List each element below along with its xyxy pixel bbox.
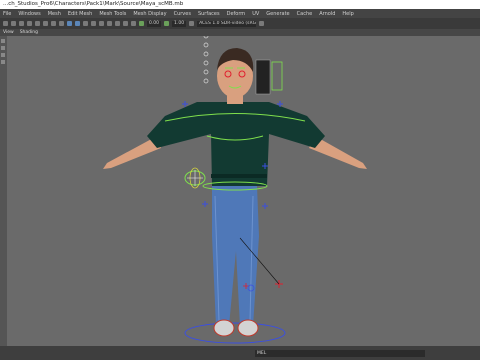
xray-joints-icon[interactable] <box>131 21 136 26</box>
panel-menu: View Shading <box>0 29 480 36</box>
resolution-gate-icon[interactable] <box>51 21 56 26</box>
menu-arnold[interactable]: Arnold <box>319 11 335 17</box>
sweater <box>147 102 325 186</box>
menu-file[interactable]: File <box>3 11 11 17</box>
menu-mesh[interactable]: Mesh <box>48 11 61 17</box>
wireframe-icon[interactable] <box>67 21 72 26</box>
menu-surfaces[interactable]: Surfaces <box>198 11 220 17</box>
left-shoe <box>213 319 235 337</box>
camera-attributes-icon[interactable] <box>11 21 16 26</box>
smooth-shade-icon[interactable] <box>75 21 80 26</box>
viewport-scene <box>103 36 367 344</box>
exposure-icon[interactable] <box>139 21 144 26</box>
menu-windows[interactable]: Windows <box>18 11 40 17</box>
move-tool-icon[interactable] <box>1 46 5 50</box>
panel-layout-icon[interactable] <box>259 21 265 26</box>
scale-tool-icon[interactable] <box>1 60 5 64</box>
bookmark-icon[interactable] <box>19 21 24 26</box>
gamma-icon[interactable] <box>164 21 170 26</box>
panel-menu-view[interactable]: View <box>3 29 14 36</box>
facial-slider-column[interactable] <box>203 36 209 84</box>
image-plane-icon[interactable] <box>27 21 32 26</box>
menu-edit-mesh[interactable]: Edit Mesh <box>68 11 92 17</box>
gate-mask-icon[interactable] <box>59 21 64 26</box>
exposure-field[interactable]: 0.00 <box>147 20 162 27</box>
lighting-icon[interactable] <box>91 21 96 26</box>
menu-help[interactable]: Help <box>342 11 353 17</box>
color-management-icon[interactable] <box>189 21 195 26</box>
face-gui-green-panel[interactable] <box>271 61 283 91</box>
xray-icon[interactable] <box>123 21 128 26</box>
3d-viewport[interactable] <box>7 36 480 346</box>
menu-uv[interactable]: UV <box>252 11 259 17</box>
film-gate-icon[interactable] <box>43 21 48 26</box>
shadows-icon[interactable] <box>99 21 104 26</box>
select-tool-icon[interactable] <box>1 39 5 43</box>
view-transform-select[interactable]: ACES 1.0 SDR-video (sRGB) <box>197 20 257 27</box>
window-titlebar: ...ch_Studios_Pro6\Characters\Pack1\Mark… <box>0 0 480 9</box>
main-menubar: File Windows Mesh Edit Mesh Mesh Tools M… <box>0 9 480 18</box>
ambient-occlusion-icon[interactable] <box>107 21 112 26</box>
menu-cache[interactable]: Cache <box>297 11 313 17</box>
face-gui-panel[interactable] <box>255 59 271 95</box>
window-title: ...ch_Studios_Pro6\Characters\Pack1\Mark… <box>3 1 184 7</box>
menu-curves[interactable]: Curves <box>174 11 191 17</box>
menu-generate[interactable]: Generate <box>266 11 289 17</box>
isolate-select-icon[interactable] <box>115 21 120 26</box>
gamma-field[interactable]: 1.00 <box>172 20 187 27</box>
menu-mesh-tools[interactable]: Mesh Tools <box>99 11 126 17</box>
menu-deform[interactable]: Deform <box>227 11 246 17</box>
menu-mesh-display[interactable]: Mesh Display <box>133 11 166 17</box>
rotate-tool-icon[interactable] <box>1 53 5 57</box>
viewport-toolbar: 0.00 1.00 ACES 1.0 SDR-video (sRGB) <box>0 18 480 29</box>
root-control-ring[interactable] <box>184 322 286 344</box>
panel-menu-shading[interactable]: Shading <box>20 29 38 36</box>
status-bar: MEL <box>0 346 480 360</box>
right-shoe <box>237 319 259 337</box>
grid-icon[interactable] <box>35 21 40 26</box>
textured-icon[interactable] <box>83 21 88 26</box>
mel-command-line[interactable]: MEL <box>255 350 425 357</box>
left-toolbox <box>0 36 7 346</box>
select-camera-icon[interactable] <box>3 21 8 26</box>
